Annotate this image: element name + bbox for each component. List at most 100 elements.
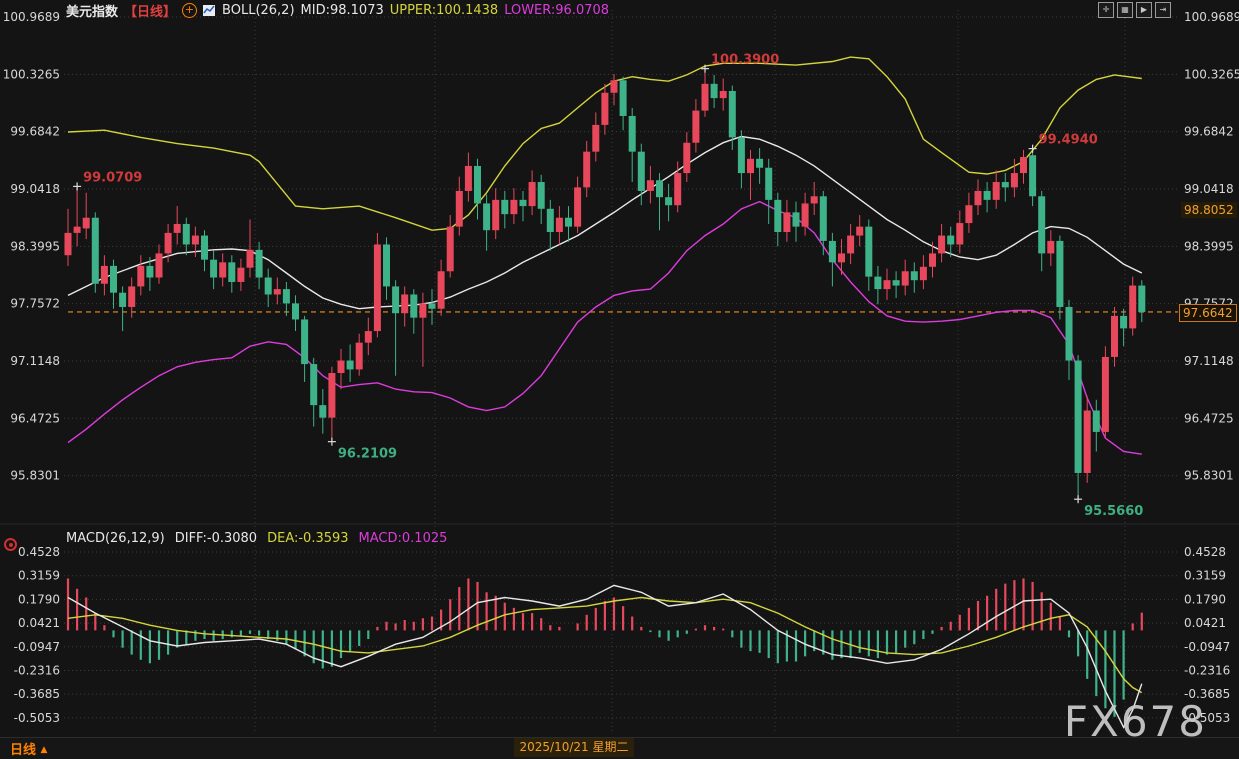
candle-body	[146, 266, 153, 278]
price-axis-label-left: 99.0418	[10, 182, 60, 196]
candle-body	[365, 331, 372, 343]
boll-lower-line	[68, 202, 1142, 455]
candle-body	[356, 343, 363, 370]
macd-axis-label-right: 0.0421	[1184, 616, 1226, 630]
candle-body	[1020, 157, 1027, 173]
price-axis-label-right: 95.8301	[1184, 469, 1234, 483]
boll-params-label: BOLL(26,2)	[222, 3, 295, 18]
macd-axis-label-left: 0.4528	[18, 545, 60, 559]
mini-chart-icon[interactable]	[203, 4, 216, 17]
price-annotation-text: 95.5660	[1084, 504, 1143, 519]
price-axis-label-left: 97.7572	[10, 297, 60, 311]
price-annotation-text: 100.3900	[711, 53, 779, 68]
candle-body	[920, 267, 927, 280]
candle-body	[1029, 155, 1036, 196]
candle-body	[938, 236, 945, 254]
candle-body	[702, 84, 709, 111]
candle-body	[401, 294, 408, 313]
candle-body	[811, 196, 818, 203]
candle-body	[611, 80, 618, 92]
candle-body	[565, 218, 572, 227]
candle-body	[601, 93, 608, 125]
boll-mid-line	[68, 137, 1142, 309]
candle-body	[783, 212, 790, 232]
chart-header: 美元指数【日线】 + BOLL(26,2) MID:98.1073 UPPER:…	[66, 2, 609, 18]
candle-body	[829, 241, 836, 262]
candle-body	[520, 200, 527, 206]
price-axis-label-left: 95.8301	[10, 469, 60, 483]
candle-body	[419, 303, 426, 317]
candle-body	[447, 227, 454, 272]
candle-body	[838, 253, 845, 262]
macd-axis-label-left: -0.0947	[14, 640, 60, 654]
macd-axis-label-left: 0.1790	[18, 592, 60, 606]
macd-value: MACD:0.1025	[359, 531, 448, 546]
candle-body	[429, 303, 436, 308]
candle-body	[1075, 361, 1082, 473]
candle-body	[237, 268, 244, 282]
boll-mid-value: MID:98.1073	[301, 3, 384, 18]
candle-body	[319, 405, 326, 417]
crosshair-icon[interactable]: ✛	[1098, 2, 1114, 18]
candle-body	[556, 218, 563, 232]
macd-axis-label-left: -0.5053	[14, 711, 60, 725]
candle-body	[592, 125, 599, 152]
candle-body	[492, 200, 499, 230]
candle-body	[347, 361, 354, 370]
candle-body	[210, 260, 217, 278]
macd-axis-label-right: -0.2316	[1184, 663, 1230, 677]
price-annotation-text: 96.2109	[338, 447, 397, 462]
candle-body	[1002, 182, 1009, 187]
macd-indicator-icon[interactable]	[4, 538, 17, 551]
price-axis-label-left: 96.4725	[10, 411, 60, 425]
candle-body	[274, 289, 281, 294]
candle-body	[874, 277, 881, 289]
macd-axis-label-right: 0.4528	[1184, 545, 1226, 559]
candle-body	[965, 205, 972, 223]
candle-body	[929, 253, 936, 266]
candle-body	[501, 200, 508, 214]
candle-body	[338, 361, 345, 373]
candle-body	[529, 182, 536, 206]
candle-body	[692, 111, 699, 143]
candle-body	[738, 137, 745, 173]
price-axis-label-left: 100.3265	[3, 67, 60, 81]
candle-body	[711, 84, 718, 98]
macd-panel	[68, 578, 1142, 727]
candle-body	[301, 319, 308, 364]
chart-play-icon[interactable]: ▶	[1136, 2, 1152, 18]
macd-dea-value: DEA:-0.3593	[267, 531, 348, 546]
candle-body	[538, 182, 545, 209]
macd-axis-label-left: -0.2316	[14, 663, 60, 677]
exit-arrow-icon[interactable]: ⇥	[1155, 2, 1171, 18]
price-axis-label-right: 97.1148	[1184, 354, 1234, 368]
candle-body	[101, 266, 108, 284]
candles	[65, 69, 1146, 500]
candle-body	[228, 262, 235, 282]
axis-labels: 100.9689100.9689100.3265100.326599.68429…	[3, 10, 1239, 755]
candle-body	[1120, 316, 1127, 328]
candle-body	[802, 203, 809, 226]
candle-body	[510, 200, 517, 214]
candle-body	[683, 143, 690, 173]
candle-body	[110, 266, 117, 293]
axis-grid-icon[interactable]: ▦	[1117, 2, 1133, 18]
candle-body	[1102, 357, 1109, 432]
add-indicator-icon[interactable]: +	[182, 3, 197, 18]
candle-body	[756, 159, 763, 168]
candlestick-chart-canvas[interactable]: 99.0709100.390099.494096.210995.5660100.…	[0, 0, 1239, 758]
candle-body	[774, 200, 781, 232]
candle-body	[911, 271, 918, 280]
chevron-up-icon: ▲	[41, 745, 48, 755]
price-axis-label-right: 99.0418	[1184, 182, 1234, 196]
candle-body	[674, 173, 681, 205]
candle-body	[1129, 286, 1136, 329]
candle-body	[1111, 316, 1118, 357]
price-axis-label-right: 98.3995	[1184, 239, 1234, 253]
period-selector[interactable]: 日线 ▲	[10, 739, 47, 758]
candle-body	[583, 152, 590, 188]
candle-body	[720, 91, 727, 98]
candle-body	[474, 166, 481, 203]
candle-body	[456, 191, 463, 227]
candle-body	[865, 227, 872, 277]
